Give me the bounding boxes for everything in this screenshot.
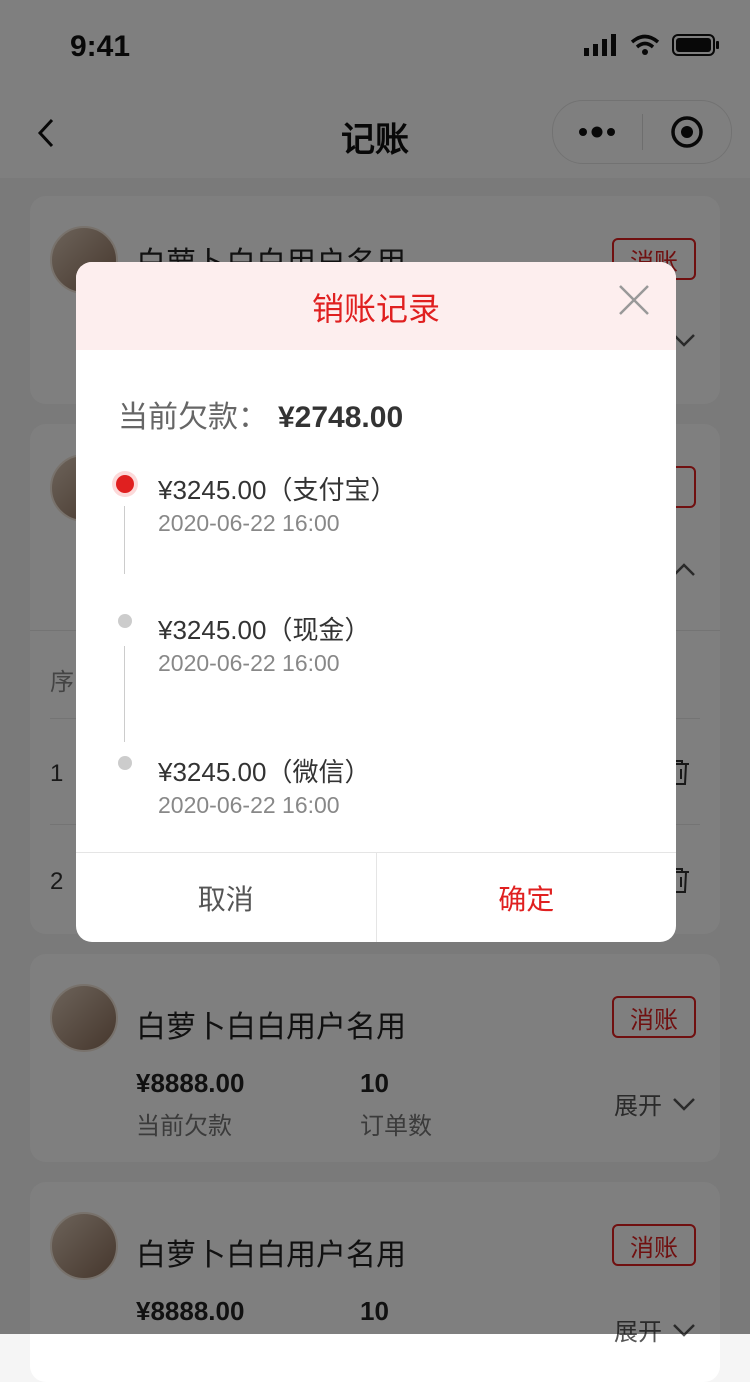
record-time: 2020-06-22 16:00 (158, 510, 340, 536)
record-time: 2020-06-22 16:00 (158, 650, 340, 676)
timeline-dot (118, 756, 132, 770)
timeline-line (124, 506, 125, 574)
cancel-button[interactable]: 取消 (76, 853, 377, 942)
current-debt-label: 当前欠款： (118, 401, 268, 434)
confirm-button[interactable]: 确定 (377, 853, 677, 942)
record-amount: ¥3245.00（微信） (158, 757, 371, 787)
record-amount: ¥3245.00（支付宝） (158, 475, 397, 505)
dialog-header: 销账记录 (76, 262, 676, 350)
timeline-dot (118, 614, 132, 628)
dialog-title: 销账记录 (311, 291, 440, 327)
timeline-dot-active (116, 475, 134, 493)
record-amount: ¥3245.00（现金） (158, 615, 371, 645)
dialog-footer: 取消 确定 (76, 852, 676, 942)
timeline-line (124, 646, 125, 742)
current-debt-amount: ¥2748.00 (278, 401, 404, 434)
record-time: 2020-06-22 16:00 (158, 792, 340, 818)
current-debt: 当前欠款： ¥2748.00 (118, 392, 403, 436)
write-off-records-dialog: 销账记录 当前欠款： ¥2748.00 ¥3245.00（支付宝） 2020-06… (76, 262, 676, 942)
close-icon[interactable] (614, 280, 654, 320)
